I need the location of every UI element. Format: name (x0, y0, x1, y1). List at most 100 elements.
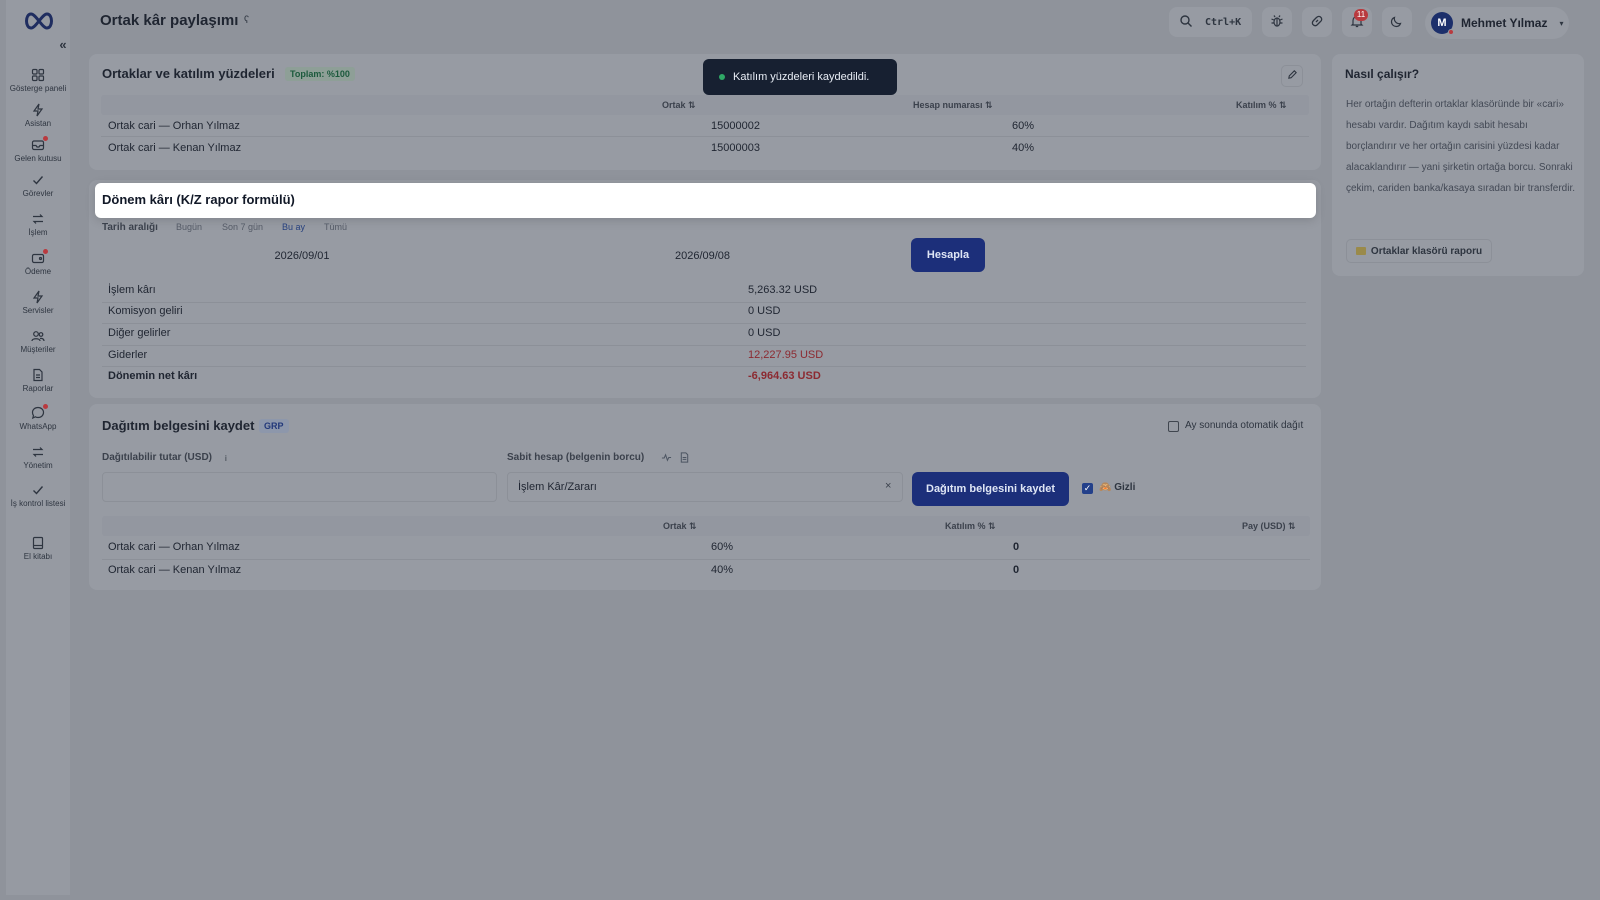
moon-icon (1390, 14, 1404, 31)
title-info-icon[interactable]: ʕ (244, 15, 249, 26)
sidebar-item-label: WhatsApp (19, 422, 57, 431)
sidebar-item-label: Servisler (22, 306, 54, 315)
inbox-icon (31, 136, 48, 152)
net-profit-label: Dönemin net kârı (108, 370, 198, 382)
distributable-amount-input[interactable] (102, 472, 497, 502)
net-profit-value: -6,964.63 USD (748, 370, 821, 382)
page-title: Ortak kâr paylaşımı (100, 12, 239, 29)
sidebar-item-payment[interactable]: Ödeme (6, 249, 70, 277)
col-account[interactable]: Hesap numarası ⇅ (913, 100, 993, 111)
col-partner[interactable]: Ortak ⇅ (662, 100, 696, 111)
activity-icon[interactable] (661, 452, 672, 463)
expenses-value: 12,227.95 USD (748, 349, 824, 361)
sidebar-item-assistant[interactable]: Asistan (6, 103, 70, 129)
sidebar-item-dashboard[interactable]: Gösterge paneli (6, 68, 70, 94)
search-shortcut: Ctrl+K (1205, 16, 1242, 28)
help-card-title: Nasıl çalışır? (1345, 67, 1420, 81)
unread-dot (43, 136, 48, 141)
sidebar-item-tasks[interactable]: Görevler (6, 173, 70, 199)
sidebar-item-handbook[interactable]: El kitabı (6, 536, 70, 562)
swap-icon (31, 212, 45, 226)
account-number: 15000003 (711, 142, 760, 154)
line-label: Diğer gelirler (108, 327, 171, 339)
sidebar-item-label: İşlem (28, 228, 48, 237)
folder-icon (1355, 247, 1366, 255)
sidebar-item-label: Ödeme (24, 267, 52, 276)
col-amount[interactable]: Pay (USD) ⇅ (1242, 521, 1296, 532)
col-share[interactable]: Katılım % ⇅ (945, 521, 996, 532)
partners-folder-report-button[interactable]: Ortaklar klasörü raporu (1346, 239, 1492, 263)
bug-report-button[interactable] (1262, 7, 1292, 37)
range-option-today[interactable]: Bugün (176, 222, 202, 232)
partner-name: Ortak cari — Orhan Yılmaz (108, 120, 240, 132)
dark-mode-toggle[interactable] (1382, 7, 1412, 37)
row-divider (102, 345, 1306, 346)
distribution-card-title: Dağıtım belgesini kaydet (102, 418, 255, 433)
share-percent: 60% (1012, 120, 1035, 132)
toast-message: Katılım yüzdeleri kaydedildi. (733, 71, 870, 83)
infinity-logo[interactable] (22, 10, 56, 32)
success-dot (719, 74, 725, 80)
file-icon (31, 368, 45, 382)
row-divider (102, 559, 1310, 560)
sidebar-item-whatsapp[interactable]: WhatsApp (6, 404, 70, 432)
partner-name: Ortak cari — Orhan Yılmaz (108, 541, 240, 553)
fixed-account-select[interactable]: İşlem Kâr/Zararı (507, 472, 903, 502)
sidebar: « Gösterge paneli Asistan Gelen kutusu G… (6, 0, 70, 895)
date-range-label: Tarih aralığı (102, 222, 158, 233)
sidebar-item-customers[interactable]: Müşteriler (6, 329, 70, 355)
auto-distribute-checkbox[interactable] (1168, 421, 1179, 432)
row-divider (102, 366, 1306, 367)
sidebar-item-services[interactable]: Servisler (6, 290, 70, 316)
notification-count-badge: 11 (1354, 9, 1368, 21)
line-label: Komisyon geliri (108, 305, 183, 317)
clear-icon[interactable]: × (885, 480, 891, 492)
collapse-sidebar-icon[interactable]: « (56, 38, 70, 52)
book-icon (31, 536, 45, 550)
grp-badge: GRP (259, 419, 289, 433)
status-dot (1448, 29, 1454, 35)
sidebar-item-label: Raporlar (22, 384, 54, 393)
sidebar-item-label: İş kontrol listesi (10, 499, 66, 508)
grid-icon (31, 68, 45, 82)
col-partner[interactable]: Ortak ⇅ (663, 521, 697, 532)
date-from-input[interactable]: 2026/09/01 (102, 242, 502, 270)
link-button[interactable] (1302, 7, 1332, 37)
col-share[interactable]: Katılım % ⇅ (1236, 100, 1287, 111)
bolt-icon (31, 103, 45, 117)
sidebar-item-management[interactable]: Yönetim (6, 445, 70, 471)
partner-name: Ortak cari — Kenan Yılmaz (108, 142, 242, 154)
user-name: Mehmet Yılmaz (1461, 16, 1548, 30)
share-percent: 60% (711, 541, 734, 553)
search-icon (1179, 14, 1193, 31)
sidebar-item-inbox[interactable]: Gelen kutusu (6, 136, 70, 164)
bolt-icon (31, 290, 45, 304)
fixed-account-label: Sabit hesap (belgenin borcu) (507, 452, 645, 463)
edit-button[interactable] (1281, 65, 1303, 87)
line-value: 0 USD (748, 327, 781, 339)
bug-icon (1270, 14, 1284, 31)
success-toast: Katılım yüzdeleri kaydedildi. (703, 59, 897, 95)
range-option-last-7-days[interactable]: Son 7 gün (222, 222, 263, 232)
notification-dot (43, 249, 48, 254)
date-to-input[interactable]: 2026/09/08 (503, 242, 902, 270)
hidden-checkbox[interactable]: ✓ (1082, 483, 1093, 494)
save-distribution-button[interactable]: Dağıtım belgesini kaydet (912, 472, 1069, 506)
swap-icon (31, 445, 45, 459)
partners-table-header: Ortak ⇅ Hesap numarası ⇅ Katılım % ⇅ (101, 95, 1309, 115)
range-option-all[interactable]: Tümü (324, 222, 347, 232)
search-button[interactable]: Ctrl+K (1169, 7, 1252, 37)
sidebar-item-label: Müşteriler (20, 345, 56, 354)
info-icon[interactable]: i (225, 454, 227, 463)
row-divider (102, 302, 1306, 303)
sidebar-item-reports[interactable]: Raporlar (6, 368, 70, 394)
calculate-button[interactable]: Hesapla (911, 238, 985, 272)
partner-name: Ortak cari — Kenan Yılmaz (108, 564, 242, 576)
sidebar-item-transaction[interactable]: İşlem (6, 212, 70, 238)
user-menu[interactable]: M Mehmet Yılmaz ▾ (1425, 7, 1569, 39)
range-option-this-month[interactable]: Bu ay (282, 222, 305, 232)
sidebar-item-label: Gelen kutusu (14, 154, 62, 163)
chat-icon (31, 404, 48, 420)
sidebar-item-checklist[interactable]: İş kontrol listesi (6, 483, 70, 509)
document-icon[interactable] (679, 452, 690, 463)
